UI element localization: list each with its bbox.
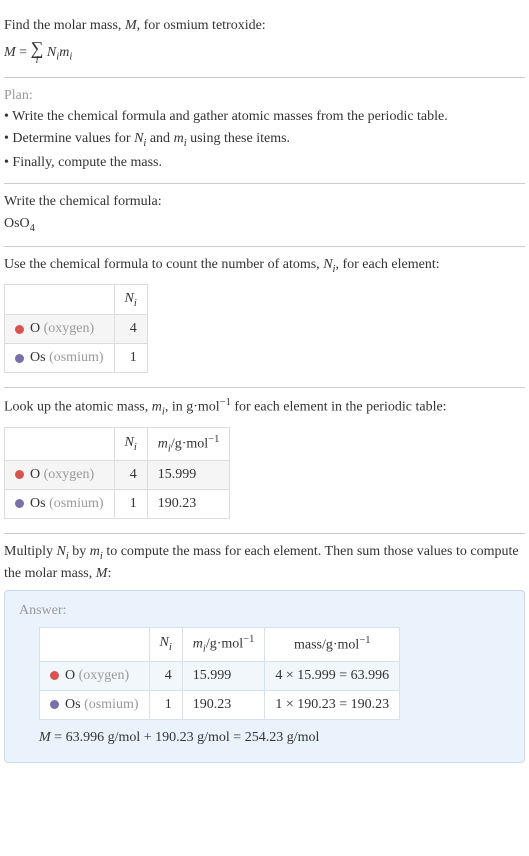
n-cell: 4 [149,661,182,690]
dot-icon [15,470,24,479]
element-cell: O (oxygen) [5,315,115,344]
chemical-formula: OsO4 [4,214,525,236]
table-row: Os (osmium) 1 [5,344,148,373]
header-blank [40,628,150,661]
header-blank [5,284,115,315]
element-cell: O (oxygen) [5,461,115,490]
table-row: O (oxygen) 4 [5,315,148,344]
intro-formula: M = ∑i Nimi [4,40,525,65]
n-cell: 1 [114,490,147,519]
m-cell: 15.999 [182,661,265,690]
table-header-row: Ni [5,284,148,315]
mass-cell: 4 × 15.999 = 63.996 [265,661,400,690]
compute-line: Multiply Ni by mi to compute the mass fo… [4,542,525,584]
dot-icon [50,671,59,680]
n-cell: 1 [149,690,182,719]
formula-N: N [47,44,56,59]
dot-icon [15,354,24,363]
header-mass: mass/g·mol−1 [265,628,400,661]
formula-M: M [4,44,16,59]
element-cell: O (oxygen) [40,661,150,690]
formula-m: m [59,44,69,59]
header-ni: Ni [149,628,182,661]
header-blank [5,427,115,460]
plan-bullet-1: • Write the chemical formula and gather … [4,107,525,127]
dot-icon [15,499,24,508]
dot-icon [50,700,59,709]
sigma-icon: ∑i [31,40,44,65]
count-section: Use the chemical formula to count the nu… [4,247,525,388]
header-mi: mi/g·mol−1 [182,628,265,661]
intro-text-1: Find the molar mass, [4,18,125,33]
dot-icon [15,325,24,334]
m-cell: 190.23 [182,690,265,719]
intro-text-2: , for osmium tetroxide: [137,18,266,33]
formula-eq: = [16,44,31,59]
mass-table: Ni mi/g·mol−1 O (oxygen) 4 15.999 Os (os… [4,427,230,519]
intro-line: Find the molar mass, M, for osmium tetro… [4,16,525,36]
n-cell: 1 [114,344,147,373]
answer-equation: M = 63.996 g/mol + 190.23 g/mol = 254.23… [39,730,510,746]
element-cell: Os (osmium) [5,490,115,519]
table-row: Os (osmium) 1 190.23 [5,490,230,519]
answer-label: Answer: [19,603,510,619]
answer-table: Ni mi/g·mol−1 mass/g·mol−1 O (oxygen) 4 … [39,627,400,719]
m-cell: 190.23 [147,490,230,519]
intro-M: M [125,18,137,33]
intro-section: Find the molar mass, M, for osmium tetro… [4,8,525,78]
formula-section: Write the chemical formula: OsO4 [4,184,525,247]
header-ni: Ni [114,427,147,460]
table-header-row: Ni mi/g·mol−1 mass/g·mol−1 [40,628,400,661]
answer-box: Answer: Ni mi/g·mol−1 mass/g·mol−1 O (ox… [4,590,525,762]
count-line: Use the chemical formula to count the nu… [4,255,525,277]
header-mi: mi/g·mol−1 [147,427,230,460]
n-cell: 4 [114,461,147,490]
n-cell: 4 [114,315,147,344]
element-cell: Os (osmium) [5,344,115,373]
table-row: Os (osmium) 1 190.23 1 × 190.23 = 190.23 [40,690,400,719]
plan-bullet-2: • Determine values for Ni and mi using t… [4,129,525,151]
mass-line: Look up the atomic mass, mi, in g·mol−1 … [4,396,525,420]
count-table: Ni O (oxygen) 4 Os (osmium) 1 [4,284,148,374]
plan-section: Plan: • Write the chemical formula and g… [4,78,525,184]
table-row: O (oxygen) 4 15.999 4 × 15.999 = 63.996 [40,661,400,690]
formula-mi: i [69,51,72,62]
mass-cell: 1 × 190.23 = 190.23 [265,690,400,719]
element-cell: Os (osmium) [40,690,150,719]
table-header-row: Ni mi/g·mol−1 [5,427,230,460]
header-ni: Ni [114,284,147,315]
table-row: O (oxygen) 4 15.999 [5,461,230,490]
plan-bullet-3: • Finally, compute the mass. [4,153,525,173]
mass-section: Look up the atomic mass, mi, in g·mol−1 … [4,388,525,534]
m-cell: 15.999 [147,461,230,490]
formula-label: Write the chemical formula: [4,192,525,212]
plan-heading: Plan: [4,86,525,106]
compute-section: Multiply Ni by mi to compute the mass fo… [4,534,525,771]
